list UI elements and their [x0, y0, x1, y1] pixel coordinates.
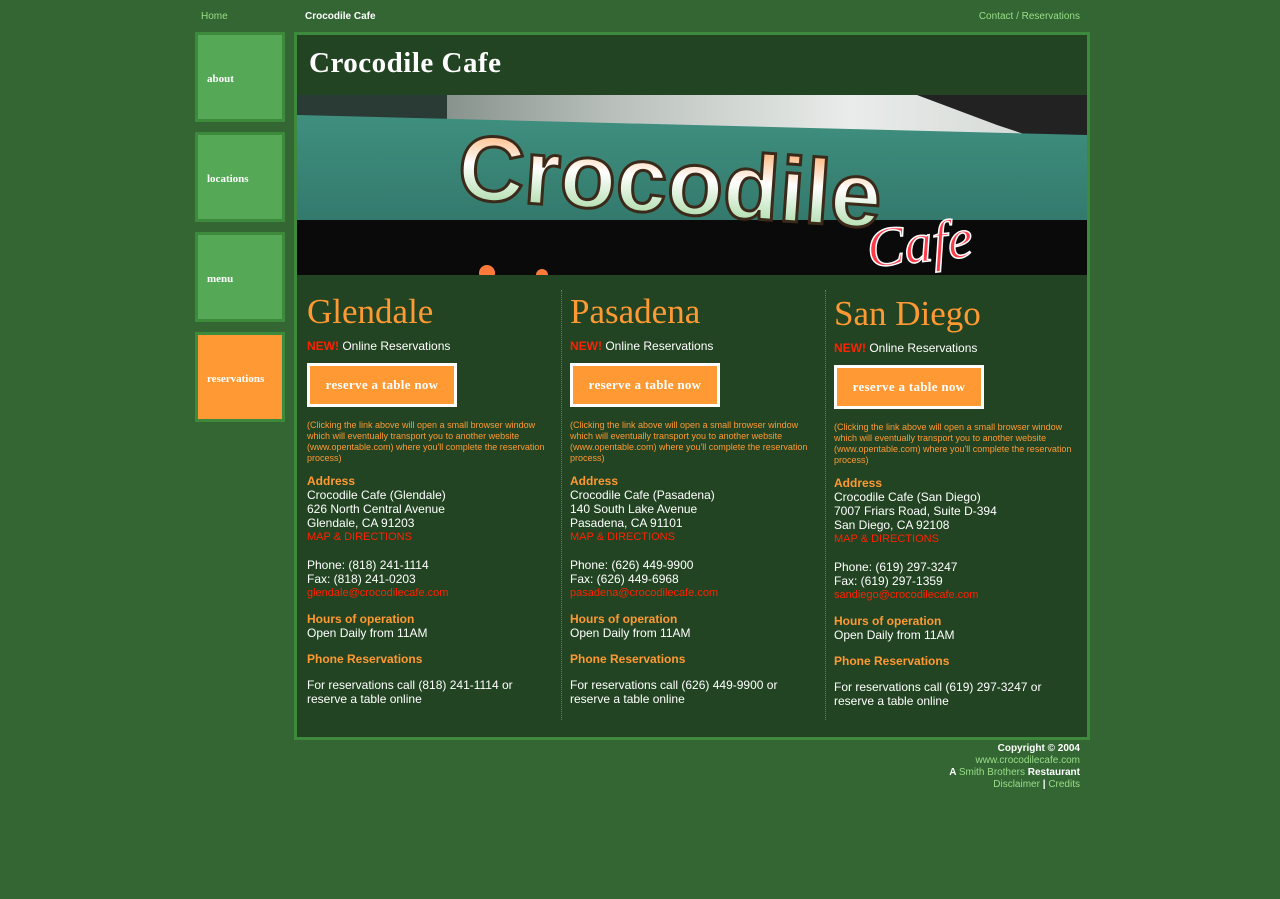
- address-line: 7007 Friars Road, Suite D-394: [834, 504, 997, 518]
- page-title: Crocodile Cafe: [309, 47, 502, 79]
- map-directions-link[interactable]: MAP & DIRECTIONS: [834, 532, 1078, 546]
- opentable-note: (Clicking the link above will open a sma…: [307, 420, 545, 463]
- footer-a-prefix: A: [949, 767, 957, 778]
- address-line: Crocodile Cafe (Glendale): [307, 488, 446, 502]
- site-title: Crocodile Cafe: [305, 11, 376, 22]
- fax-number: Fax: (619) 297-1359: [834, 574, 943, 588]
- phone-number: Phone: (619) 297-3247: [834, 560, 958, 574]
- email-link[interactable]: sandiego@crocodilecafe.com: [834, 588, 1078, 602]
- sign-cafe-word: Cafe: [864, 207, 976, 275]
- online-reservations-label: NEW! Online Reservations: [834, 341, 1078, 361]
- main-panel: Crocodile Cafe Crocodile Cafe Glendale N…: [294, 32, 1090, 740]
- phone-number: Phone: (626) 449-9900: [570, 558, 694, 572]
- home-link[interactable]: Home: [201, 11, 228, 22]
- address-heading: Address: [307, 474, 356, 488]
- nav-menu-label: menu: [207, 273, 234, 285]
- contact-reservations-link[interactable]: Contact / Reservations: [979, 11, 1080, 22]
- site-url-link[interactable]: www.crocodilecafe.com: [976, 755, 1080, 766]
- online-reservations-label: NEW! Online Reservations: [307, 339, 551, 359]
- address-line: Pasadena, CA 91101: [570, 516, 683, 530]
- nav-about-label: about: [207, 73, 234, 85]
- smith-brothers-link[interactable]: Smith Brothers: [959, 767, 1025, 778]
- reserve-table-label: reserve a table now: [588, 377, 702, 392]
- online-reservations-text: Online Reservations: [605, 339, 714, 353]
- new-badge: NEW!: [307, 339, 339, 353]
- map-directions-link[interactable]: MAP & DIRECTIONS: [307, 530, 551, 544]
- hours-heading: Hours of operation: [834, 614, 942, 628]
- phone-reservations-text: For reservations call (619) 297-3247 or …: [834, 680, 1042, 708]
- nav-menu-button[interactable]: menu: [195, 232, 285, 322]
- disclaimer-link[interactable]: Disclaimer: [993, 779, 1040, 790]
- hours-text: Open Daily from 11AM: [834, 628, 955, 642]
- storefront-sign-graphic: Crocodile Cafe: [297, 95, 1087, 275]
- address-heading: Address: [570, 474, 619, 488]
- phone-reservations-heading: Phone Reservations: [834, 654, 950, 668]
- online-reservations-label: NEW! Online Reservations: [570, 339, 814, 359]
- column-divider: [561, 290, 562, 720]
- city-heading: Glendale: [307, 292, 434, 331]
- nav-locations-button[interactable]: locations: [195, 132, 285, 222]
- nav-about-button[interactable]: about: [195, 32, 285, 122]
- city-heading: Pasadena: [570, 292, 701, 331]
- phone-reservations-heading: Phone Reservations: [307, 652, 423, 666]
- phone-reservations-heading: Phone Reservations: [570, 652, 686, 666]
- address-line: San Diego, CA 92108: [834, 518, 950, 532]
- nav-reservations-button[interactable]: reservations: [195, 332, 285, 422]
- address-line: 140 South Lake Avenue: [570, 502, 698, 516]
- nav-locations-label: locations: [207, 173, 249, 185]
- hours-text: Open Daily from 11AM: [570, 626, 691, 640]
- reserve-table-button[interactable]: reserve a table now: [570, 363, 720, 407]
- email-link[interactable]: glendale@crocodilecafe.com: [307, 586, 551, 600]
- online-reservations-text: Online Reservations: [869, 341, 978, 355]
- reserve-table-label: reserve a table now: [325, 377, 439, 392]
- footer-separator: |: [1042, 779, 1046, 790]
- phone-number: Phone: (818) 241-1114: [307, 558, 429, 572]
- location-san-diego: San Diego NEW! Online Reservations reser…: [834, 291, 1078, 721]
- reserve-table-label: reserve a table now: [852, 379, 966, 394]
- address-line: 626 North Central Avenue: [307, 502, 445, 516]
- address-line: Crocodile Cafe (San Diego): [834, 490, 981, 504]
- reserve-table-button[interactable]: reserve a table now: [834, 365, 984, 409]
- footer: Copyright © 2004 www.crocodilecafe.com A…: [949, 743, 1080, 791]
- address-line: Glendale, CA 91203: [307, 516, 415, 530]
- reserve-table-button[interactable]: reserve a table now: [307, 363, 457, 407]
- copyright-text: Copyright © 2004: [997, 743, 1080, 754]
- new-badge: NEW!: [834, 341, 866, 355]
- fax-number: Fax: (818) 241-0203: [307, 572, 416, 586]
- column-divider: [825, 290, 826, 720]
- hours-heading: Hours of operation: [307, 612, 415, 626]
- location-pasadena: Pasadena NEW! Online Reservations reserv…: [570, 289, 814, 719]
- new-badge: NEW!: [570, 339, 602, 353]
- email-link[interactable]: pasadena@crocodilecafe.com: [570, 586, 814, 600]
- city-heading: San Diego: [834, 294, 981, 333]
- storefront-banner-image: Crocodile Cafe: [297, 95, 1087, 275]
- opentable-note: (Clicking the link above will open a sma…: [834, 422, 1072, 465]
- online-reservations-text: Online Reservations: [342, 339, 451, 353]
- nav-reservations-label: reservations: [207, 373, 265, 385]
- phone-reservations-text: For reservations call (818) 241-1114 or …: [307, 678, 513, 706]
- hours-text: Open Daily from 11AM: [307, 626, 428, 640]
- credits-link[interactable]: Credits: [1048, 779, 1080, 790]
- phone-reservations-text: For reservations call (626) 449-9900 or …: [570, 678, 778, 706]
- footer-restaurant-text: Restaurant: [1027, 767, 1080, 778]
- address-heading: Address: [834, 476, 883, 490]
- fax-number: Fax: (626) 449-6968: [570, 572, 679, 586]
- location-glendale: Glendale NEW! Online Reservations reserv…: [307, 289, 551, 719]
- opentable-note: (Clicking the link above will open a sma…: [570, 420, 808, 463]
- hours-heading: Hours of operation: [570, 612, 678, 626]
- address-line: Crocodile Cafe (Pasadena): [570, 488, 715, 502]
- map-directions-link[interactable]: MAP & DIRECTIONS: [570, 530, 814, 544]
